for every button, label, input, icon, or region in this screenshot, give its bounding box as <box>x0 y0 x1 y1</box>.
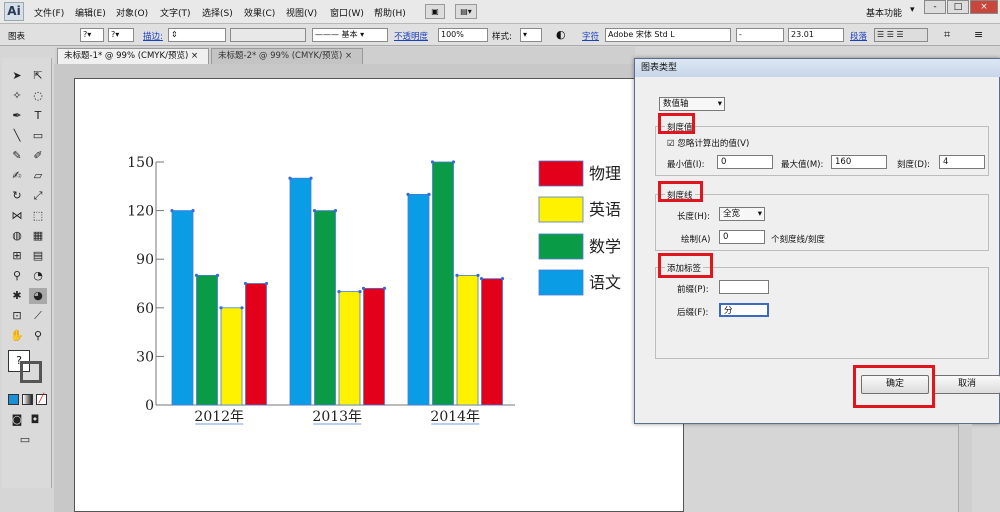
highlight-ok-button <box>853 365 935 408</box>
cancel-button[interactable]: 取消 <box>933 375 1000 394</box>
draw-suffix-label: 个刻度线/刻度 <box>771 235 825 245</box>
prefix-label: 前缀(P): <box>677 285 709 295</box>
min-label: 最小值(I): <box>667 160 705 170</box>
prefix-input[interactable] <box>719 280 769 294</box>
max-label: 最大值(M): <box>781 160 824 170</box>
chevron-down-icon: ▾ <box>717 99 722 109</box>
chevron-down-icon: ▾ <box>757 209 762 219</box>
suffix-input[interactable]: 分 <box>719 303 769 317</box>
divisions-label: 刻度(D): <box>897 160 931 170</box>
min-value-input[interactable]: 0 <box>717 155 773 169</box>
axis-select-value: 数值轴 <box>663 99 689 109</box>
length-select-value: 全宽 <box>723 209 741 219</box>
dialog-title: 图表类型 <box>635 59 1000 77</box>
vertical-scrollbar[interactable] <box>958 424 972 512</box>
highlight-add-labels <box>658 253 713 278</box>
draw-count-input[interactable]: 0 <box>719 230 765 244</box>
divisions-input[interactable]: 4 <box>939 155 985 169</box>
draw-label: 绘制(A) <box>681 235 711 245</box>
max-value-input[interactable]: 160 <box>831 155 887 169</box>
suffix-label: 后缀(F): <box>677 308 709 318</box>
override-checkbox[interactable]: ☑ 忽略计算出的值(V) <box>667 137 749 149</box>
length-select[interactable]: 全宽 ▾ <box>719 207 765 221</box>
highlight-tick-values <box>658 113 695 134</box>
length-label: 长度(H): <box>677 212 710 222</box>
highlight-tick-marks <box>658 181 703 202</box>
axis-select[interactable]: 数值轴 ▾ <box>659 97 725 111</box>
